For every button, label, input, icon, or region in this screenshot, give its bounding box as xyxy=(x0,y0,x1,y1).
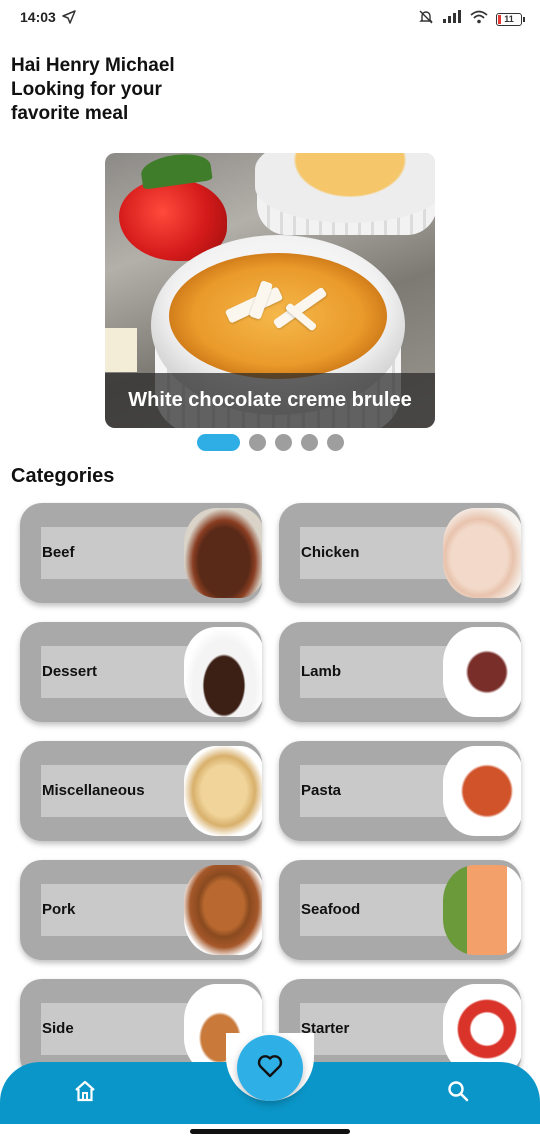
category-card-pasta[interactable]: Pasta xyxy=(279,741,521,841)
carousel-dot[interactable] xyxy=(249,434,266,451)
category-image-chicken xyxy=(443,508,521,598)
category-label: Miscellaneous xyxy=(42,782,145,799)
category-label: Lamb xyxy=(301,663,342,680)
search-button[interactable] xyxy=(443,1078,473,1108)
greeting-line-1: Hai Henry Michael xyxy=(11,55,175,76)
category-image-lamb xyxy=(443,627,521,717)
gesture-bar[interactable] xyxy=(190,1129,350,1134)
categories-title: Categories xyxy=(11,465,115,487)
carousel-dot[interactable] xyxy=(327,434,344,451)
category-card-seafood[interactable]: Seafood xyxy=(279,860,521,960)
category-card-miscellaneous[interactable]: Miscellaneous xyxy=(20,741,262,841)
category-card-lamb[interactable]: Lamb xyxy=(279,622,521,722)
navigation-arrow-icon xyxy=(62,10,76,29)
carousel-dot[interactable] xyxy=(301,434,318,451)
category-image-seafood xyxy=(443,865,521,955)
category-image-beef xyxy=(184,508,262,598)
category-label: Dessert xyxy=(42,663,98,680)
bell-muted-icon xyxy=(418,9,434,30)
category-card-dessert[interactable]: Dessert xyxy=(20,622,262,722)
home-button[interactable] xyxy=(70,1078,100,1108)
carousel-dot[interactable] xyxy=(275,434,292,451)
category-card-chicken[interactable]: Chicken xyxy=(279,503,521,603)
battery-icon: 11 xyxy=(496,13,525,26)
category-label: Beef xyxy=(42,544,75,561)
status-bar: 14:03 11 xyxy=(0,0,540,36)
category-image-dessert xyxy=(184,627,262,717)
battery-level: 11 xyxy=(504,14,514,24)
home-icon xyxy=(74,1080,96,1107)
carousel-dot-active[interactable] xyxy=(197,434,240,451)
category-label: Seafood xyxy=(301,901,361,918)
category-image-starter xyxy=(443,984,521,1074)
greeting-heading: Hai Henry Michael Looking for your favor… xyxy=(11,54,271,126)
category-image-miscellaneous xyxy=(184,746,262,836)
category-image-pasta xyxy=(443,746,521,836)
wifi-icon xyxy=(470,10,488,29)
heart-icon xyxy=(257,1054,283,1083)
carousel-indicator xyxy=(197,434,344,451)
greeting-line-2: Looking for your xyxy=(11,79,162,100)
favorites-button[interactable] xyxy=(237,1035,303,1101)
carousel-caption: White chocolate creme brulee xyxy=(105,373,435,428)
featured-meal-carousel[interactable]: White chocolate creme brulee xyxy=(105,153,435,428)
status-icons: 11 xyxy=(418,9,525,30)
category-label: Pork xyxy=(42,901,76,918)
category-card-pork[interactable]: Pork xyxy=(20,860,262,960)
greeting-line-3: favorite meal xyxy=(11,103,129,124)
search-icon xyxy=(447,1080,469,1107)
signal-icon xyxy=(442,10,462,29)
status-time: 14:03 xyxy=(20,9,56,25)
category-image-pork xyxy=(184,865,262,955)
category-label: Pasta xyxy=(301,782,342,799)
category-label: Chicken xyxy=(301,544,360,561)
category-card-beef[interactable]: Beef xyxy=(20,503,262,603)
